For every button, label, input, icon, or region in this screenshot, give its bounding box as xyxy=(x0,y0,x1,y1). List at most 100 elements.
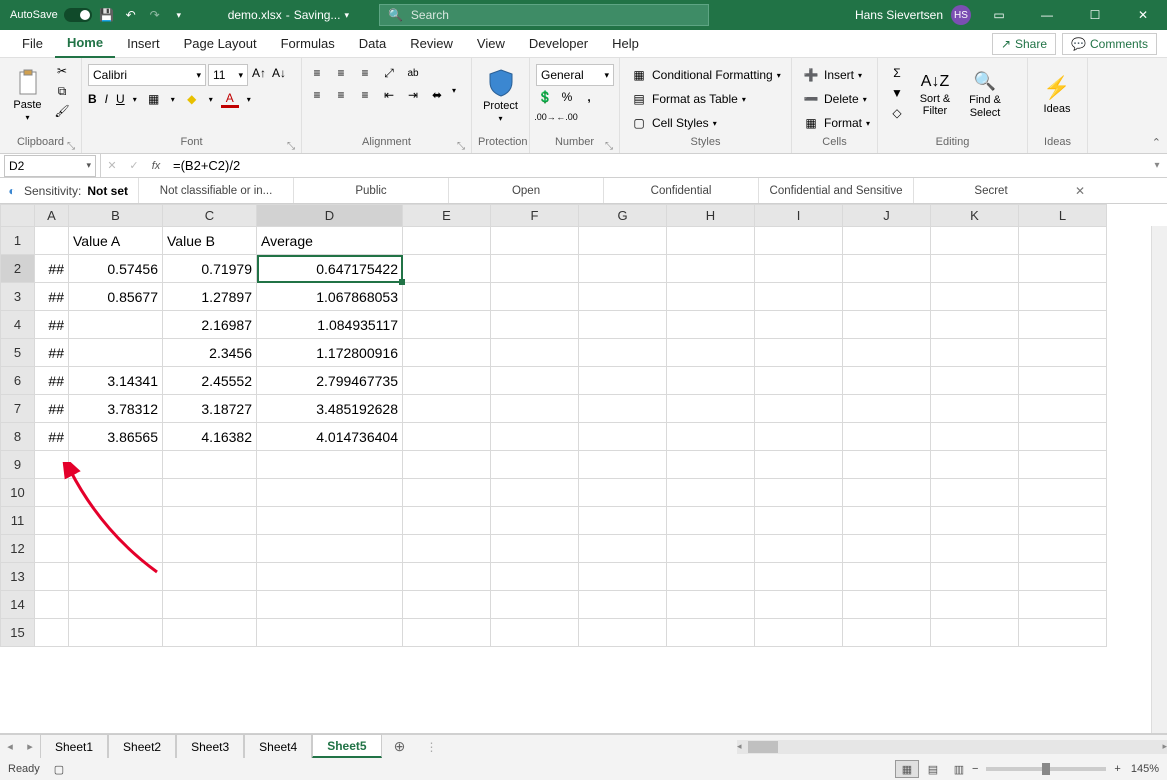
decrease-decimal-icon[interactable]: ←.00 xyxy=(558,108,576,126)
format-as-table-button[interactable]: ▤Format as Table▾ xyxy=(626,88,750,110)
find-select-button[interactable]: 🔍 Find & Select xyxy=(960,60,1010,130)
cell-F5[interactable] xyxy=(491,339,579,367)
cell-I12[interactable] xyxy=(755,535,843,563)
cell-D14[interactable] xyxy=(257,591,403,619)
cell-D2[interactable]: 0.647175422 xyxy=(257,255,403,283)
cell-K8[interactable] xyxy=(931,423,1019,451)
cell-L2[interactable] xyxy=(1019,255,1107,283)
save-icon[interactable]: 💾 xyxy=(98,6,116,24)
cell-E1[interactable] xyxy=(403,227,491,255)
tab-insert[interactable]: Insert xyxy=(115,30,172,58)
cell-E6[interactable] xyxy=(403,367,491,395)
cell-F11[interactable] xyxy=(491,507,579,535)
cell-K10[interactable] xyxy=(931,479,1019,507)
cell-A2[interactable]: ## xyxy=(35,255,69,283)
cell-G11[interactable] xyxy=(579,507,667,535)
cell-A3[interactable]: ## xyxy=(35,283,69,311)
cell-A10[interactable] xyxy=(35,479,69,507)
cell-E9[interactable] xyxy=(403,451,491,479)
cell-D4[interactable]: 1.084935117 xyxy=(257,311,403,339)
cell-B7[interactable]: 3.78312 xyxy=(69,395,163,423)
cell-J5[interactable] xyxy=(843,339,931,367)
cell-G1[interactable] xyxy=(579,227,667,255)
cell-L7[interactable] xyxy=(1019,395,1107,423)
sheet-tab-sheet4[interactable]: Sheet4 xyxy=(244,734,312,758)
cell-F15[interactable] xyxy=(491,619,579,647)
qat-dropdown-icon[interactable]: ▾ xyxy=(170,6,188,24)
macro-record-icon[interactable]: ▢ xyxy=(54,763,64,776)
cell-K4[interactable] xyxy=(931,311,1019,339)
increase-indent-icon[interactable]: ⇥ xyxy=(404,86,422,104)
cell-D9[interactable] xyxy=(257,451,403,479)
launcher-icon[interactable]: ⤡ xyxy=(605,141,613,152)
cell-C13[interactable] xyxy=(163,563,257,591)
sheet-tab-sheet1[interactable]: Sheet1 xyxy=(40,734,108,758)
col-header-D[interactable]: D xyxy=(257,205,403,227)
cell-J6[interactable] xyxy=(843,367,931,395)
zoom-slider[interactable] xyxy=(986,767,1106,771)
cell-H8[interactable] xyxy=(667,423,755,451)
chevron-down-icon[interactable]: ▾ xyxy=(86,160,91,171)
cell-B4[interactable] xyxy=(69,311,163,339)
ideas-button[interactable]: ⚡ Ideas xyxy=(1034,60,1080,130)
row-header-14[interactable]: 14 xyxy=(1,591,35,619)
sensitivity-opt[interactable]: Confidential xyxy=(603,178,758,203)
cell-I11[interactable] xyxy=(755,507,843,535)
cell-C1[interactable]: Value B xyxy=(163,227,257,255)
cell-G8[interactable] xyxy=(579,423,667,451)
cell-I6[interactable] xyxy=(755,367,843,395)
cell-J10[interactable] xyxy=(843,479,931,507)
cell-A13[interactable] xyxy=(35,563,69,591)
cell-K2[interactable] xyxy=(931,255,1019,283)
orientation-icon[interactable]: ⤢ xyxy=(380,64,398,82)
cell-K15[interactable] xyxy=(931,619,1019,647)
cell-A15[interactable] xyxy=(35,619,69,647)
cell-G9[interactable] xyxy=(579,451,667,479)
col-header-I[interactable]: I xyxy=(755,205,843,227)
sensitivity-opt[interactable]: Not classifiable or in... xyxy=(138,178,293,203)
row-header-3[interactable]: 3 xyxy=(1,283,35,311)
col-header-L[interactable]: L xyxy=(1019,205,1107,227)
col-header-F[interactable]: F xyxy=(491,205,579,227)
col-header-A[interactable]: A xyxy=(35,205,69,227)
row-header-9[interactable]: 9 xyxy=(1,451,35,479)
cell-D12[interactable] xyxy=(257,535,403,563)
share-button[interactable]: ↗Share xyxy=(992,33,1056,55)
cut-icon[interactable]: ✂ xyxy=(53,62,71,80)
cell-J7[interactable] xyxy=(843,395,931,423)
cell-J3[interactable] xyxy=(843,283,931,311)
chevron-down-icon[interactable]: ▾ xyxy=(452,86,456,104)
cell-A5[interactable]: ## xyxy=(35,339,69,367)
cell-H3[interactable] xyxy=(667,283,755,311)
cell-G6[interactable] xyxy=(579,367,667,395)
col-header-H[interactable]: H xyxy=(667,205,755,227)
cell-E2[interactable] xyxy=(403,255,491,283)
cell-C12[interactable] xyxy=(163,535,257,563)
cell-J8[interactable] xyxy=(843,423,931,451)
cell-C3[interactable]: 1.27897 xyxy=(163,283,257,311)
cell-I7[interactable] xyxy=(755,395,843,423)
collapse-ribbon-icon[interactable]: ⌃ xyxy=(1152,136,1161,149)
accounting-icon[interactable]: 💲 xyxy=(536,88,554,106)
cell-E11[interactable] xyxy=(403,507,491,535)
autosave-toggle[interactable] xyxy=(64,8,92,22)
cell-I8[interactable] xyxy=(755,423,843,451)
cell-B10[interactable] xyxy=(69,479,163,507)
wrap-text-icon[interactable]: ab xyxy=(404,64,422,82)
cell-D13[interactable] xyxy=(257,563,403,591)
cell-I9[interactable] xyxy=(755,451,843,479)
cell-A12[interactable] xyxy=(35,535,69,563)
align-right-icon[interactable]: ≡ xyxy=(356,86,374,104)
decrease-indent-icon[interactable]: ⇤ xyxy=(380,86,398,104)
cell-F10[interactable] xyxy=(491,479,579,507)
cell-G5[interactable] xyxy=(579,339,667,367)
fill-color-icon[interactable]: ◆ xyxy=(183,90,201,108)
cell-E5[interactable] xyxy=(403,339,491,367)
cell-K12[interactable] xyxy=(931,535,1019,563)
cell-E4[interactable] xyxy=(403,311,491,339)
row-header-4[interactable]: 4 xyxy=(1,311,35,339)
row-header-1[interactable]: 1 xyxy=(1,227,35,255)
tab-file[interactable]: File xyxy=(10,30,55,58)
cell-E10[interactable] xyxy=(403,479,491,507)
cell-H11[interactable] xyxy=(667,507,755,535)
